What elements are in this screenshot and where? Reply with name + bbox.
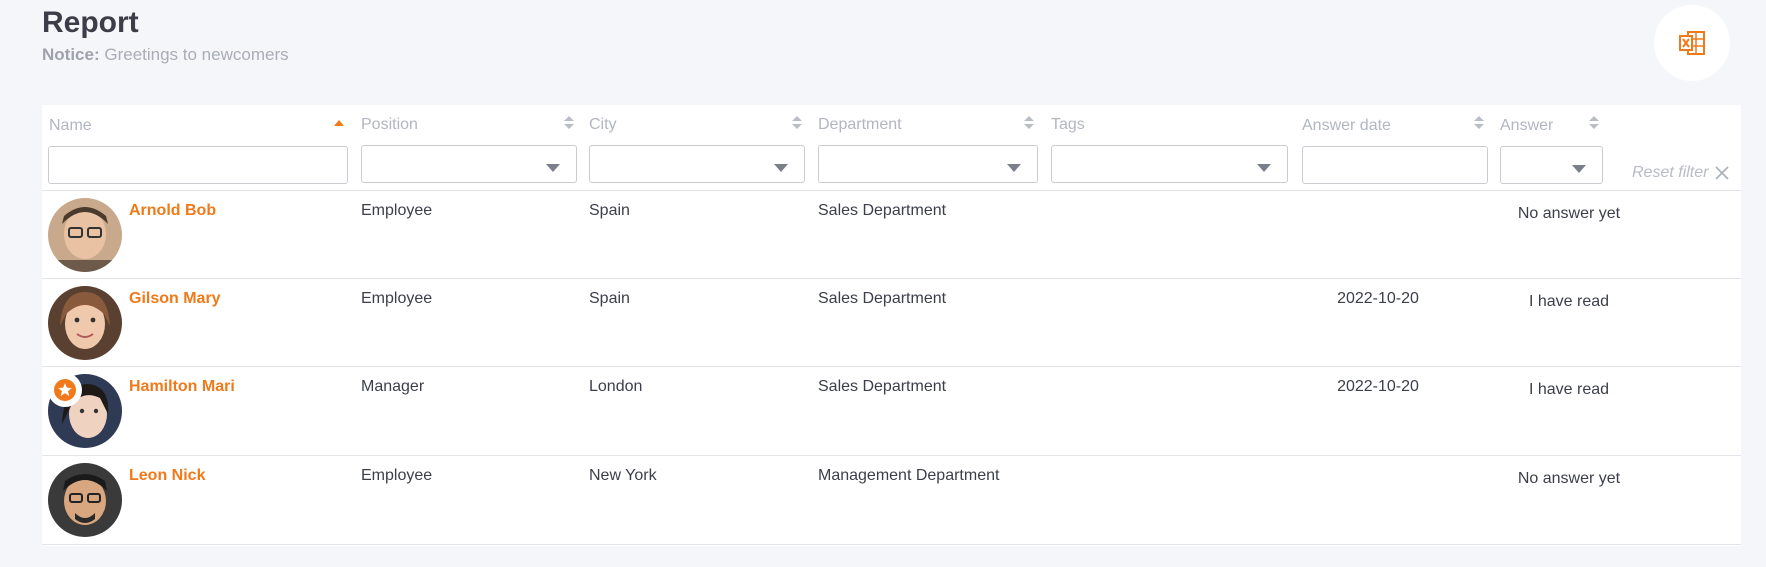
name-filter-input[interactable] [48,146,348,184]
chevron-down-icon [546,164,560,172]
employee-name-link[interactable]: Leon Nick [129,467,205,485]
sort-icon[interactable] [1589,115,1599,131]
answer-cell: I have read [1528,381,1610,398]
answer-cell: I have read [1528,293,1610,310]
sort-icon[interactable] [1024,115,1034,131]
tags-filter-select[interactable] [1051,145,1288,183]
avatar [48,198,122,272]
city-filter-select[interactable] [589,145,805,183]
answer-date-cell: 2022-10-20 [1337,290,1419,307]
column-header-answer-date[interactable]: Answer date [1302,117,1391,135]
avatar [48,463,122,537]
chevron-down-icon [1257,164,1271,172]
employee-name-link[interactable]: Arnold Bob [129,202,216,220]
sort-icon[interactable] [1474,115,1484,131]
favorite-star-badge [48,373,82,407]
close-icon [1715,166,1730,180]
column-header-city[interactable]: City [589,116,617,134]
answer-filter-select[interactable] [1500,146,1603,184]
department-filter-select[interactable] [818,145,1038,183]
excel-export-icon [1679,31,1705,55]
answer-date-filter-input[interactable] [1302,146,1488,184]
notice-line: Notice: Greetings to newcomers [42,45,289,65]
star-icon [54,379,76,401]
column-header-department[interactable]: Department [818,116,902,134]
answer-cell: No answer yet [1517,470,1621,487]
position-cell: Employee [361,202,433,219]
table-row: Gilson Mary Employee Spain Sales Departm… [42,278,1741,367]
column-header-tags: Tags [1051,116,1085,133]
department-cell: Management Department [818,467,1000,484]
department-cell: Sales Department [818,290,947,307]
position-cell: Employee [361,290,433,307]
chevron-down-icon [774,164,788,172]
department-cell: Sales Department [818,378,947,395]
city-cell: London [589,378,643,395]
answer-date-cell: 2022-10-20 [1337,378,1419,395]
page-title: Report [42,6,139,39]
notice-text: Greetings to newcomers [104,45,289,64]
column-header-position[interactable]: Position [361,116,418,134]
notice-label: Notice: [42,45,100,64]
employee-name-link[interactable]: Hamilton Mari [129,378,235,396]
report-table: Name Position City Department Tags Answe… [42,105,1741,546]
department-cell: Sales Department [818,202,947,219]
export-excel-button[interactable] [1654,5,1730,81]
sort-ascending-icon[interactable] [334,118,344,128]
table-row: Hamilton Mari Manager London Sales Depar… [42,366,1741,455]
column-header-name[interactable]: Name [49,117,92,135]
city-cell: New York [589,467,657,484]
column-header-answer[interactable]: Answer [1500,117,1553,135]
reset-filter-button[interactable]: Reset filter [1632,164,1730,182]
city-cell: Spain [589,290,630,307]
table-row: Leon Nick Employee New York Management D… [42,455,1741,545]
position-cell: Manager [361,378,425,395]
chevron-down-icon [1572,165,1586,173]
sort-icon[interactable] [792,115,802,131]
table-row: Arnold Bob Employee Spain Sales Departme… [42,190,1741,279]
sort-icon[interactable] [564,115,574,131]
employee-name-link[interactable]: Gilson Mary [129,290,221,308]
position-filter-select[interactable] [361,145,577,183]
city-cell: Spain [589,202,630,219]
chevron-down-icon [1007,164,1021,172]
answer-cell: No answer yet [1517,205,1621,222]
position-cell: Employee [361,467,433,484]
avatar [48,286,122,360]
